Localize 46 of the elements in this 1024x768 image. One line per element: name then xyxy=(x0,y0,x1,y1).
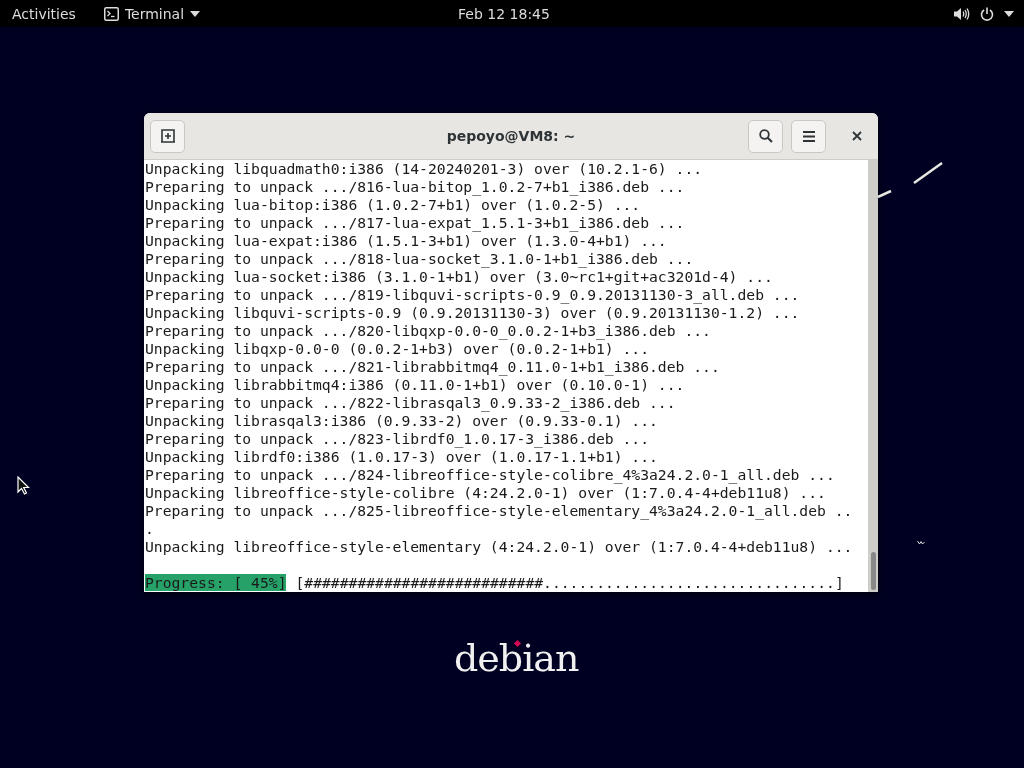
search-icon xyxy=(758,129,773,143)
speaker-icon xyxy=(954,6,970,21)
output-line: Unpacking libreoffice-style-elementary (4:24.2.0-1) over (1:7.0.4-4+deb11u8) ... xyxy=(145,538,854,556)
scrollbar-thumb[interactable] xyxy=(870,552,876,590)
progress-bar-text: [###########################.................................] xyxy=(295,574,844,591)
progress-label: Progress: [ 45%] xyxy=(145,574,287,591)
output-line: Preparing to unpack .../824-libreoffice-style-colibre_4%3a24.2.0-1_all.deb ... xyxy=(145,466,836,484)
output-line: Unpacking libreoffice-style-colibre (4:24.2.0-1) over (1:7.0.4-4+deb11u8) ... xyxy=(145,484,827,502)
output-line: Preparing to unpack .../816-lua-bitop_1.0.2-7+b1_i386.deb ... xyxy=(145,178,686,196)
output-line: Preparing to unpack .../823-librdf0_1.0.17-3_i386.deb ... xyxy=(145,430,651,448)
output-line: Unpacking lua-bitop:i386 (1.0.2-7+b1) over (1.0.2-5) ... xyxy=(145,196,642,214)
output-line: Preparing to unpack .../825-libreoffice-style-elementary_4%3a24.2.0-1_all.deb .. xyxy=(145,502,854,520)
output-line: . xyxy=(145,520,155,538)
caret-icon xyxy=(190,10,201,17)
terminal-icon xyxy=(103,6,119,21)
output-line: Preparing to unpack .../819-libquvi-scripts-0.9_0.9.20131130-3_all.deb ... xyxy=(145,286,801,304)
output-line: Preparing to unpack .../822-librasqal3_0.9.33-2_i386.deb ... xyxy=(145,394,677,412)
search-button[interactable] xyxy=(748,119,783,153)
menu-icon xyxy=(802,130,815,142)
output-line: Preparing to unpack .../817-lua-expat_1.5.1-3+b1_i386.deb ... xyxy=(145,214,686,232)
output-line: Unpacking libquadmath0:i386 (14-20240201-3) over (10.2.1-6) ... xyxy=(145,160,704,178)
caret-icon xyxy=(1004,10,1014,17)
menu-button[interactable] xyxy=(791,119,826,153)
output-line: Unpacking librasqal3:i386 (0.9.33-2) over (0.9.33-0.1) ... xyxy=(145,412,659,430)
output-line: Unpacking librabbitmq4:i386 (0.11.0-1+b1) over (0.10.0-1) ... xyxy=(145,376,686,394)
window-title: pepoyo@VM8: ~ xyxy=(446,128,576,144)
output-line: Preparing to unpack .../821-librabbitmq4_0.11.0-1+b1_i386.deb ... xyxy=(145,358,721,376)
new-tab-button[interactable] xyxy=(150,119,185,153)
scrollbar[interactable] xyxy=(868,160,878,592)
power-icon xyxy=(980,6,994,21)
clock[interactable]: Feb 12 18:45 xyxy=(452,3,556,24)
new-tab-icon xyxy=(160,129,175,143)
output-line: Preparing to unpack .../818-lua-socket_3.1.0-1+b1_i386.deb ... xyxy=(145,250,695,268)
close-icon xyxy=(852,131,862,141)
streak-drawing xyxy=(877,162,943,198)
output-line: Unpacking lua-socket:i386 (3.1.0-1+b1) over (3.0~rc1+git+ac3201d-4) ... xyxy=(145,268,774,286)
activities-button[interactable]: Activities xyxy=(6,3,82,24)
app-menu[interactable]: Terminal xyxy=(97,3,207,24)
output-line: Preparing to unpack .../820-libqxp-0.0-0_0.0.2-1+b3_i386.deb ... xyxy=(145,322,712,340)
mouse-pointer-icon xyxy=(17,476,30,495)
output-line: Unpacking libqxp-0.0-0 (0.0.2-1+b3) over (0.0.2-1+b1) ... xyxy=(145,340,651,358)
output-line: Unpacking libquvi-scripts-0.9 (0.9.20131130-3) over (0.9.20131130-1.2) ... xyxy=(145,304,801,322)
output-line: Unpacking lua-expat:i386 (1.5.1-3+b1) over (1.3.0-4+b1) ... xyxy=(145,232,668,250)
squiggle-icon xyxy=(917,540,925,545)
debian-logo: debian xyxy=(454,636,579,680)
output-line: Unpacking librdf0:i386 (1.0.17-3) over (1.0.17-1.1+b1) ... xyxy=(145,448,659,466)
